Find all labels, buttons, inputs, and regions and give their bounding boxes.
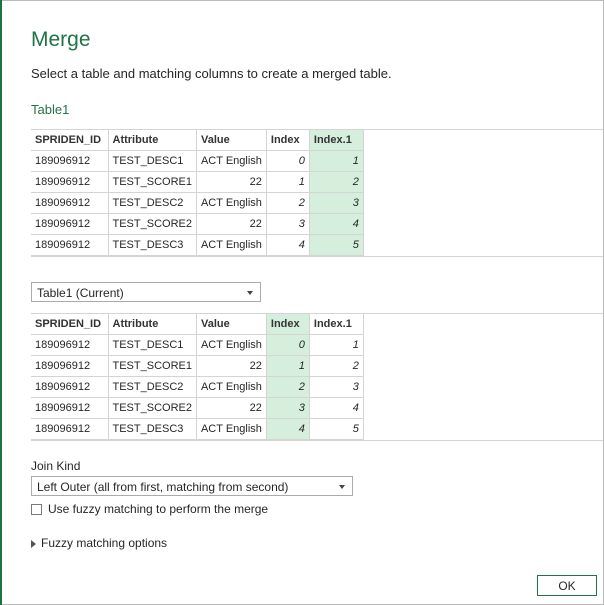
table-cell: ACT English	[195, 418, 267, 440]
table-cell: TEST_DESC2	[107, 192, 197, 214]
top-grid: SPRIDEN_ID Attribute Value Index Index.1 189…	[31, 130, 364, 256]
table-cell: TEST_DESC1	[107, 150, 197, 172]
grid-header-row: SPRIDEN_ID Attribute Value Index Index.1	[31, 130, 364, 151]
bottom-table-preview: SPRIDEN_ID Attribute Value Index Index.1 189…	[31, 313, 603, 441]
column-header[interactable]: Index.1	[308, 130, 364, 151]
table-row: 189096912 TEST_SCORE2 22 3 4	[31, 397, 364, 419]
column-header[interactable]: SPRIDEN_ID	[31, 314, 109, 335]
table-cell: 2	[265, 376, 310, 398]
table-cell: 1	[265, 355, 310, 377]
column-header[interactable]: Index.1	[308, 314, 364, 335]
table-row: 189096912 TEST_SCORE2 22 3 4	[31, 213, 364, 235]
fuzzy-options-label: Fuzzy matching options	[41, 536, 168, 550]
table-cell: 1	[308, 150, 364, 172]
table-cell: ACT English	[195, 150, 267, 172]
dialog-subtitle: Select a table and matching columns to c…	[31, 66, 392, 81]
table-cell: 3	[308, 376, 364, 398]
table-cell: ACT English	[195, 234, 267, 256]
table-cell: 2	[308, 355, 364, 377]
table-cell: 0	[265, 334, 310, 356]
column-header[interactable]: Index	[265, 314, 310, 335]
table-cell: 189096912	[31, 213, 109, 235]
table-cell: 4	[308, 397, 364, 419]
table-cell: 4	[265, 234, 310, 256]
table-row: 189096912 TEST_DESC3 ACT English 4 5	[31, 418, 364, 440]
table-cell: 22	[195, 171, 267, 193]
table-row: 189096912 TEST_DESC3 ACT English 4 5	[31, 234, 364, 256]
table-cell: 3	[265, 397, 310, 419]
table-cell: 22	[195, 355, 267, 377]
table-cell: 189096912	[31, 171, 109, 193]
grid-header-row: SPRIDEN_ID Attribute Value Index Index.1	[31, 314, 364, 335]
table-cell: ACT English	[195, 334, 267, 356]
table-cell: TEST_DESC3	[107, 418, 197, 440]
table-row: 189096912 TEST_DESC1 ACT English 0 1	[31, 334, 364, 356]
column-header[interactable]: Value	[195, 130, 267, 151]
table1-label: Table1	[31, 102, 70, 117]
table-cell: 3	[265, 213, 310, 235]
column-header[interactable]: Value	[195, 314, 267, 335]
table-row: 189096912 TEST_DESC2 ACT English 2 3	[31, 376, 364, 398]
table-cell: 5	[308, 418, 364, 440]
ok-button[interactable]: OK	[537, 575, 597, 596]
table-cell: 189096912	[31, 355, 109, 377]
table-cell: 5	[308, 234, 364, 256]
fuzzy-matching-label: Use fuzzy matching to perform the merge	[48, 502, 269, 516]
table-cell: TEST_DESC3	[107, 234, 197, 256]
table-cell: 22	[195, 213, 267, 235]
join-kind-dropdown[interactable]: Left Outer (all from first, matching fro…	[31, 476, 353, 496]
table-cell: 189096912	[31, 234, 109, 256]
chevron-down-icon	[339, 485, 345, 489]
chevron-down-icon	[247, 291, 253, 295]
table-cell: 1	[308, 334, 364, 356]
table-cell: 1	[265, 171, 310, 193]
table-cell: 189096912	[31, 192, 109, 214]
table-cell: ACT English	[195, 192, 267, 214]
table-row: 189096912 TEST_SCORE1 22 1 2	[31, 171, 364, 193]
table-cell: TEST_SCORE2	[107, 397, 197, 419]
table-cell: TEST_SCORE1	[107, 355, 197, 377]
table-cell: TEST_SCORE2	[107, 213, 197, 235]
table-cell: 189096912	[31, 150, 109, 172]
table-cell: 189096912	[31, 376, 109, 398]
table-cell: 189096912	[31, 334, 109, 356]
table-row: 189096912 TEST_SCORE1 22 1 2	[31, 355, 364, 377]
table-cell: 4	[265, 418, 310, 440]
table-cell: 2	[308, 171, 364, 193]
column-header[interactable]: Attribute	[107, 314, 197, 335]
table-cell: 2	[265, 192, 310, 214]
top-table-preview: SPRIDEN_ID Attribute Value Index Index.1 189…	[31, 129, 603, 257]
table-cell: 3	[308, 192, 364, 214]
column-header[interactable]: Attribute	[107, 130, 197, 151]
expand-arrow-icon	[31, 539, 36, 548]
second-table-value: Table1 (Current)	[37, 286, 124, 300]
table-cell: TEST_DESC2	[107, 376, 197, 398]
join-kind-label: Join Kind	[31, 459, 81, 473]
table-cell: TEST_SCORE1	[107, 171, 197, 193]
table-cell: 189096912	[31, 418, 109, 440]
second-table-dropdown[interactable]: Table1 (Current)	[31, 282, 261, 302]
fuzzy-matching-checkbox[interactable]	[31, 503, 42, 515]
fuzzy-matching-row[interactable]: Use fuzzy matching to perform the merge	[31, 502, 268, 516]
table-row: 189096912 TEST_DESC2 ACT English 2 3	[31, 192, 364, 214]
window-edge	[0, 0, 2, 605]
table-cell: 22	[195, 397, 267, 419]
bottom-grid: SPRIDEN_ID Attribute Value Index Index.1 189…	[31, 314, 364, 440]
table-row: 189096912 TEST_DESC1 ACT English 0 1	[31, 150, 364, 172]
column-header[interactable]: Index	[265, 130, 310, 151]
table-cell: 0	[265, 150, 310, 172]
column-header[interactable]: SPRIDEN_ID	[31, 130, 109, 151]
join-kind-value: Left Outer (all from first, matching fro…	[37, 480, 289, 494]
table-cell: ACT English	[195, 376, 267, 398]
dialog-title: Merge	[31, 28, 91, 51]
table-cell: TEST_DESC1	[107, 334, 197, 356]
table-cell: 189096912	[31, 397, 109, 419]
table-cell: 4	[308, 213, 364, 235]
fuzzy-options-expander[interactable]: Fuzzy matching options	[31, 536, 167, 550]
